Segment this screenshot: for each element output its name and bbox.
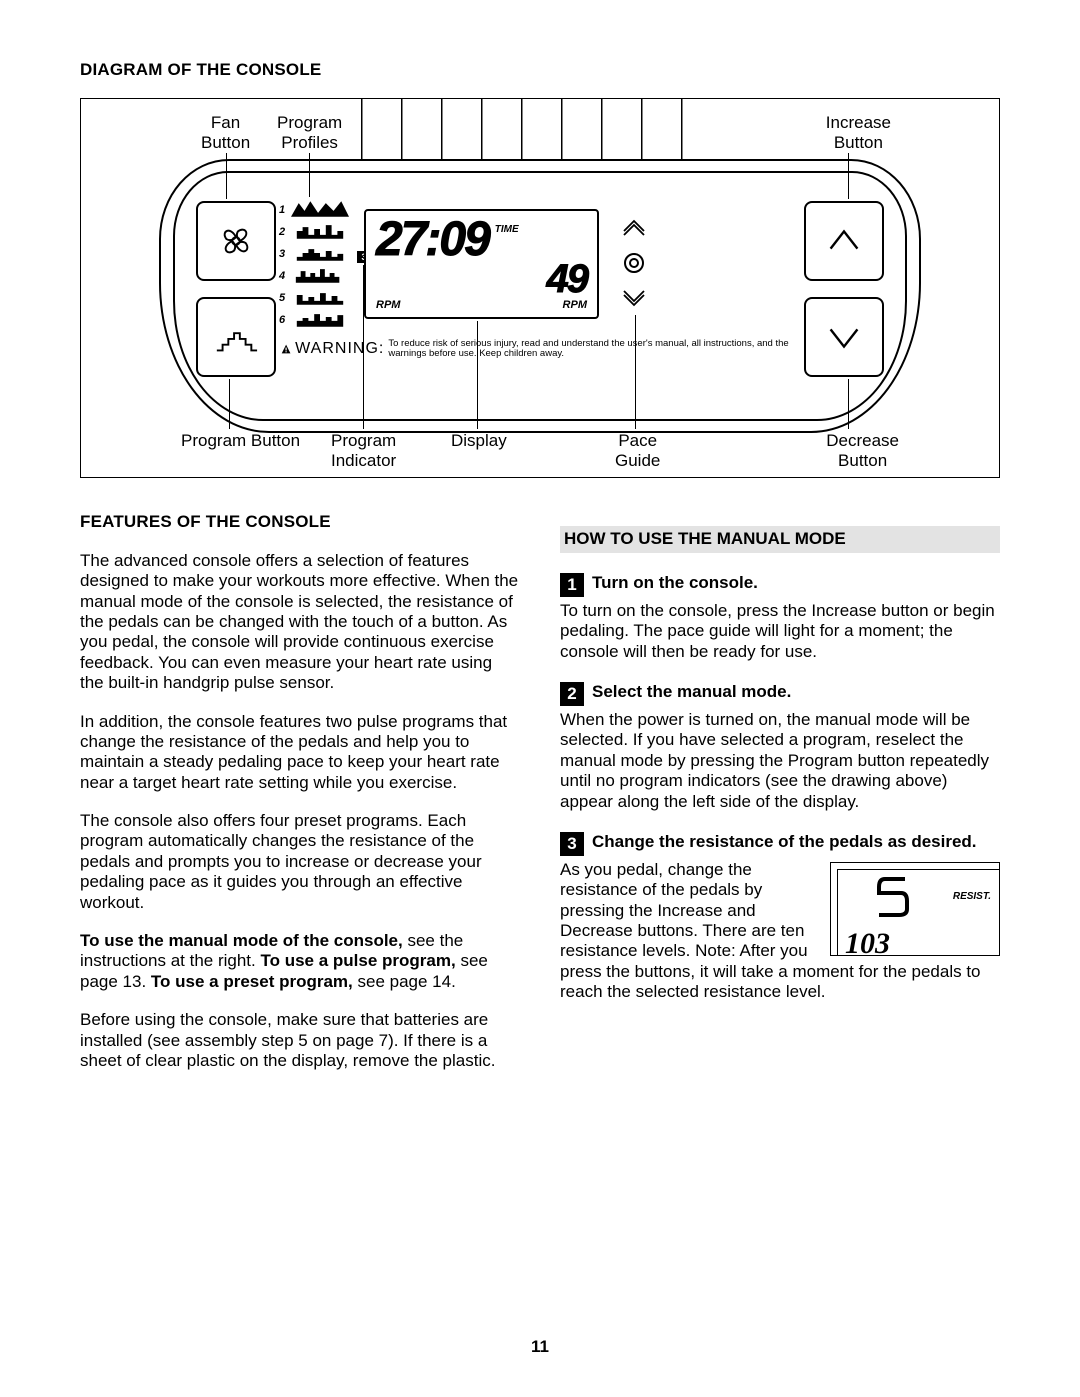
warning-strip: WARNING: To reduce risk of serious injur… <box>281 339 809 358</box>
left-column: FEATURES OF THE CONSOLE The advanced con… <box>80 512 520 1089</box>
program-button[interactable] <box>196 297 276 377</box>
features-last: Before using the console, make sure that… <box>80 1010 520 1071</box>
features-p2: In addition, the console features two pu… <box>80 712 520 794</box>
step-title-2: Select the manual mode. <box>592 682 791 702</box>
profile-num: 6 <box>279 314 289 327</box>
profile-icon <box>291 221 349 239</box>
features-p1: The advanced console offers a selection … <box>80 551 520 694</box>
label-pace-guide: PaceGuide <box>615 431 660 470</box>
svg-text:103: 103 <box>845 927 890 955</box>
profile-icon <box>291 309 349 327</box>
pace-guide <box>620 217 648 322</box>
fan-icon <box>213 218 259 264</box>
resist-value-icon: 103 <box>845 925 935 955</box>
step-num-3: 3 <box>560 832 584 856</box>
step-title-1: Turn on the console. <box>592 573 758 593</box>
profile-icon <box>291 243 349 261</box>
label-program-profiles: ProgramProfiles <box>277 113 342 152</box>
console-diagram: 1 2 3 4 5 6 3 27:09 TIME 49 RPM RPM <box>80 98 1000 478</box>
features-refs: To use the manual mode of the console, s… <box>80 931 520 992</box>
fan-button[interactable] <box>196 201 276 281</box>
lcd-rpm-right: RPM <box>563 299 587 312</box>
page-number: 11 <box>0 1337 1080 1357</box>
lcd-display: 27:09 TIME 49 RPM RPM <box>364 209 599 319</box>
step-num-2: 2 <box>560 682 584 706</box>
heading-features: FEATURES OF THE CONSOLE <box>80 512 520 532</box>
lcd-rpm-value: 49 <box>547 261 588 297</box>
label-increase-button: IncreaseButton <box>826 113 891 152</box>
decrease-button[interactable] <box>804 297 884 377</box>
ref-preset-program: To use a preset program, <box>151 972 353 991</box>
step-body-1: To turn on the console, press the Increa… <box>560 601 1000 662</box>
ref-pulse-program: To use a pulse program, <box>260 951 455 970</box>
program-profiles: 1 2 3 4 5 6 <box>279 199 349 331</box>
profile-num: 1 <box>279 204 289 217</box>
step-body-2: When the power is turned on, the manual … <box>560 710 1000 812</box>
increase-button[interactable] <box>804 201 884 281</box>
warning-icon <box>281 342 291 356</box>
profile-num: 4 <box>279 270 289 283</box>
heading-diagram: DIAGRAM OF THE CONSOLE <box>80 60 1000 80</box>
step-title-3: Change the resistance of the pedals as d… <box>592 832 977 852</box>
warning-text: To reduce risk of serious injury, read a… <box>388 339 809 358</box>
heading-how-to: HOW TO USE THE MANUAL MODE <box>560 526 1000 552</box>
profile-icon <box>291 199 349 217</box>
features-p3: The console also offers four preset prog… <box>80 811 520 913</box>
right-column: HOW TO USE THE MANUAL MODE 1 Turn on the… <box>560 512 1000 1089</box>
profile-num: 2 <box>279 226 289 239</box>
vent-lines-icon <box>361 99 719 161</box>
lcd-rpm-left: RPM <box>376 299 400 312</box>
label-decrease-button: DecreaseButton <box>826 431 899 470</box>
chevron-up-icon <box>821 218 867 264</box>
resist-digit-icon <box>871 877 915 917</box>
chevron-down-icon <box>821 314 867 360</box>
profile-num: 3 <box>279 248 289 261</box>
ref-manual-mode: To use the manual mode of the console, <box>80 931 403 950</box>
step-num-1: 1 <box>560 573 584 597</box>
label-display: Display <box>451 431 507 451</box>
resist-label: RESIST. <box>953 891 991 903</box>
steps-icon <box>213 314 259 360</box>
profile-num: 5 <box>279 292 289 305</box>
profile-icon <box>291 265 349 283</box>
label-program-button: Program Button <box>181 431 300 451</box>
profile-icon <box>291 287 349 305</box>
resist-figure: RESIST. 103 <box>830 862 1000 956</box>
lcd-time-tag: TIME <box>495 224 519 236</box>
lcd-time-value: 27:09 <box>376 218 489 261</box>
step-body-3: RESIST. 103 As you pedal, change the res… <box>560 860 1000 1003</box>
label-program-indicator: ProgramIndicator <box>331 431 396 470</box>
warning-word: WARNING: <box>295 339 384 358</box>
label-fan-button: FanButton <box>201 113 250 152</box>
